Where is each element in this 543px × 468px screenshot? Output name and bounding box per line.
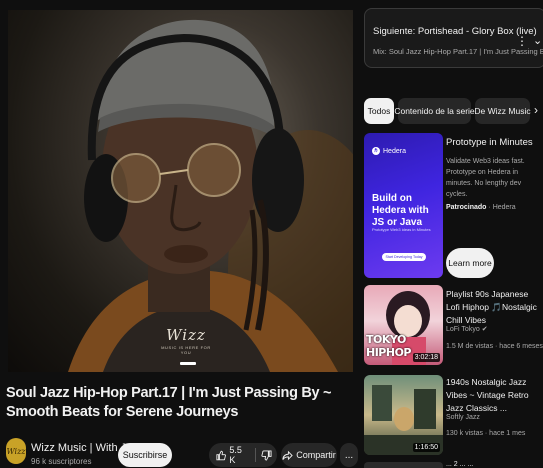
filter-chips: Todos Contenido de la serie De Wizz Musi… [364,98,543,124]
sponsor-name: Hedera [492,204,516,211]
video-duration: 3:02:18 [412,353,440,362]
watermark-logo: Wizz [166,326,206,344]
ad-description: Validate Web3 ideas fast. Prototype on H… [446,158,525,198]
ad-brand-name: Hedera [383,147,406,155]
ad-sponsor: Patrocinado · Hedera [446,204,516,211]
video-title: Soul Jazz Hip-Hop Part.17 | I'm Just Pas… [6,385,332,420]
ad-inner-cta: Start Developing Today [382,253,426,261]
like-count: 5.5 K [229,445,242,465]
recommended-channel-name: LoFi Tokyo [446,326,480,333]
recommended-thumbnail-peek[interactable] [364,462,443,468]
up-next-mix: Mix: Soul Jazz Hip-Hop Part.17 | I'm Jus… [373,47,543,56]
sponsored-label: Patrocinado [446,204,487,211]
ad-small-text: Prototype Web3 ideas in Minutes [372,227,431,232]
thumbs-up-icon [216,450,226,460]
subscriber-count: 96 k suscriptores [31,457,92,466]
chevron-right-icon[interactable]: › [534,103,538,117]
up-next-title: Siguiente: Portishead - Glory Box (live) [373,26,537,37]
recommended-meta: 130 k vistas · hace 1 mes [446,430,526,437]
video-player[interactable]: Wizz MUSIC IS HERE FOR YOU [8,10,353,372]
avatar-text: Wizz [6,446,26,456]
dislike-button[interactable] [256,443,277,467]
chevron-down-icon[interactable]: ⌄ [533,34,542,47]
learn-more-button[interactable]: Learn more [446,248,494,278]
subscribe-button[interactable]: Suscribirse [118,443,172,467]
youtube-watch-page: Wizz MUSIC IS HERE FOR YOU Soul Jazz Hip… [0,0,543,468]
like-dislike-group: 5.5 K [209,443,277,467]
recommended-title[interactable]: 1940s Nostalgic Jazz Vibes ~ Vintage Ret… [446,376,542,415]
recommended-meta: 1.5 M de vistas · hace 6 meses [446,343,543,350]
like-button[interactable]: 5.5 K [209,443,249,467]
thumbs-down-icon [261,449,272,461]
chip-from-channel[interactable]: De Wizz Music [474,98,531,124]
recommended-title-peek[interactable]: ... 2 ... ... [446,461,473,468]
watermark-tagline: MUSIC IS HERE FOR YOU [161,345,211,355]
channel-row: Wizz Wizz Music | With Jazz 96 k suscrip… [6,438,358,468]
recommended-thumbnail[interactable]: 1:16:50 [364,375,443,455]
recommended-thumbnail[interactable]: TOKYO HIPHOP 3:02:18 [364,285,443,365]
player-indicator [180,362,196,365]
share-button[interactable]: Compartir [281,443,337,467]
more-icon: ... [344,449,354,461]
video-duration: 1:16:50 [412,443,440,452]
ad-title[interactable]: Prototype in Minutes [446,137,541,148]
kebab-menu-icon[interactable]: ⋮ [516,34,528,48]
share-arrow-icon [282,450,293,460]
recommended-title[interactable]: Playlist 90s Japanese Lofi Hiphop 🎵Nosta… [446,288,542,327]
share-label: Compartir [296,450,336,460]
chip-series-content[interactable]: Contenido de la serie [394,98,475,124]
chip-todos[interactable]: Todos [364,98,394,124]
hedera-logo-icon: ℏ [372,147,380,155]
recommended-channel: LoFi Tokyo ✔ [446,325,488,333]
verified-check-icon: ✔ [481,326,488,333]
ad-brand: ℏ Hedera [372,147,406,155]
ad-thumbnail[interactable]: ℏ Hedera Build on Hedera with JS or Java… [364,133,443,278]
video-thumbnail-artwork [68,19,353,372]
ad-headline: Build on Hedera with JS or Java [372,193,429,228]
channel-watermark: Wizz MUSIC IS HERE FOR YOU [156,326,216,355]
up-next-panel[interactable]: Siguiente: Portishead - Glory Box (live)… [364,8,543,68]
channel-avatar[interactable]: Wizz [6,438,26,464]
more-actions-button[interactable]: ... [340,443,358,467]
recommended-channel: Softly Jazz [446,414,480,421]
